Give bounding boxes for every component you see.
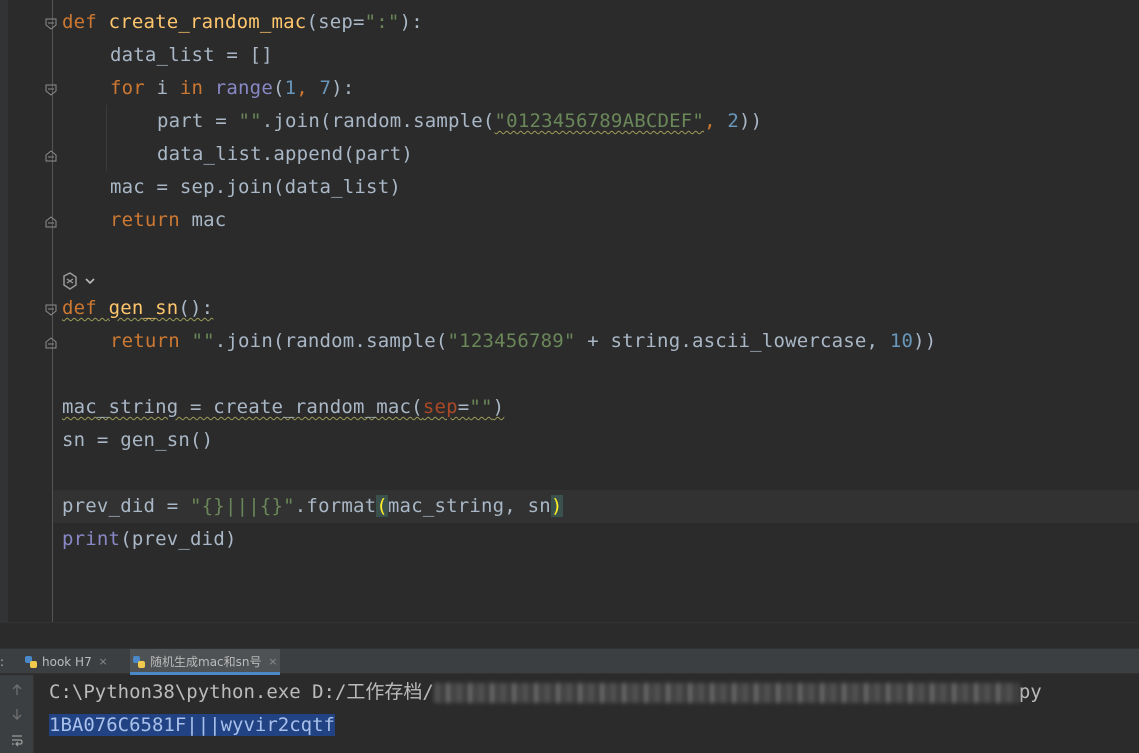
tab-random-mac-sn[interactable]: 随机生成mac和sn号 × bbox=[130, 649, 280, 675]
code-token: + string.ascii_lowercase, bbox=[575, 330, 890, 352]
code-token: ( bbox=[306, 11, 319, 33]
string-literal: "{}|||{}" bbox=[190, 495, 295, 517]
console-output-line: 1BA076C6581F|||wyvir2cqtf bbox=[49, 709, 335, 741]
code-line[interactable]: sn = gen_sn() bbox=[62, 424, 213, 457]
command-text: C:\Python38\python.exe D:/工作存档/ bbox=[49, 681, 434, 703]
redacted-path bbox=[433, 682, 1019, 703]
code-token: ) bbox=[492, 396, 505, 418]
builtin: print bbox=[62, 528, 121, 550]
code-token: , bbox=[296, 77, 320, 99]
code-line[interactable]: mac_string = create_random_mac(sep="") bbox=[62, 391, 504, 424]
code-token: (prev_did) bbox=[120, 528, 237, 550]
code-token: (): bbox=[178, 297, 214, 319]
function-name: gen_sn bbox=[108, 297, 179, 319]
code-token: mac_string = create_random_mac( bbox=[62, 396, 423, 418]
parameter: sep bbox=[422, 396, 458, 418]
string-literal: "" bbox=[238, 110, 262, 132]
run-label: : bbox=[0, 655, 5, 669]
number-literal: 7 bbox=[319, 77, 332, 99]
keyword: def bbox=[62, 297, 109, 319]
code-token: mac_string, sn bbox=[387, 495, 551, 517]
editor-left-strip bbox=[0, 0, 8, 622]
number-literal: 10 bbox=[889, 330, 914, 352]
fold-end-marker-icon[interactable] bbox=[45, 216, 57, 228]
code-token: ): bbox=[399, 11, 423, 33]
close-icon[interactable]: × bbox=[99, 649, 108, 675]
arrow-down-icon[interactable] bbox=[10, 707, 24, 721]
code-token: = bbox=[353, 11, 365, 33]
matched-brace: ) bbox=[550, 495, 563, 517]
output-text[interactable]: 1BA076C6581F|||wyvir2cqtf bbox=[49, 714, 335, 736]
code-token: .format bbox=[294, 495, 377, 517]
code-token: , bbox=[704, 110, 728, 132]
run-console[interactable]: C:\Python38\python.exe D:/工作存档/py 1BA076… bbox=[0, 675, 1139, 753]
number-literal: 2 bbox=[727, 110, 739, 132]
code-token: part = bbox=[157, 110, 239, 132]
code-line[interactable]: print(prev_did) bbox=[62, 523, 237, 556]
code-token: .join(random.sample( bbox=[261, 110, 495, 132]
code-line[interactable]: for i in range(1, 7): bbox=[110, 72, 354, 105]
fold-marker-icon[interactable] bbox=[45, 84, 57, 96]
panel-separator bbox=[0, 622, 1139, 648]
code-token: = bbox=[457, 396, 470, 418]
code-line[interactable]: data_list = [] bbox=[110, 39, 273, 72]
matched-brace: ( bbox=[376, 495, 388, 517]
code-line[interactable]: return mac bbox=[110, 204, 226, 237]
code-line[interactable]: return "".join(random.sample("123456789"… bbox=[110, 325, 936, 358]
close-icon[interactable]: × bbox=[268, 649, 277, 675]
keyword: return bbox=[110, 209, 192, 231]
tab-label: hook H7 bbox=[42, 655, 92, 669]
fold-end-marker-icon[interactable] bbox=[45, 337, 57, 349]
indent-guide bbox=[106, 105, 107, 171]
keyword: def bbox=[62, 11, 109, 33]
parameter: sep bbox=[318, 11, 353, 33]
string-literal: "" bbox=[469, 396, 493, 418]
code-line[interactable]: def gen_sn(): bbox=[62, 292, 213, 325]
string-literal: "123456789" bbox=[447, 330, 576, 352]
tab-label: 随机生成mac和sn号 bbox=[150, 655, 262, 669]
builtin: range bbox=[214, 77, 273, 99]
command-text: py bbox=[1018, 681, 1042, 703]
soft-wrap-icon[interactable] bbox=[10, 733, 24, 747]
console-toolbar bbox=[0, 675, 34, 753]
python-file-icon bbox=[133, 656, 145, 668]
string-literal: ":" bbox=[364, 11, 400, 33]
code-token: prev_did = bbox=[62, 495, 191, 517]
fold-end-marker-icon[interactable] bbox=[45, 150, 57, 162]
arrow-up-icon[interactable] bbox=[10, 683, 24, 697]
keyword: in bbox=[179, 77, 215, 99]
string-literal: "0123456789ABCDEF" bbox=[494, 110, 705, 132]
keyword: return bbox=[110, 330, 192, 352]
code-token: i bbox=[156, 77, 180, 99]
code-token: )) bbox=[913, 330, 937, 352]
keyword: for bbox=[110, 77, 157, 99]
string-literal: "" bbox=[191, 330, 215, 352]
tab-hook-h7[interactable]: hook H7 × bbox=[22, 649, 110, 675]
code-token: ( bbox=[272, 77, 285, 99]
function-name: create_random_mac bbox=[108, 11, 307, 33]
code-token: )) bbox=[738, 110, 763, 132]
fold-marker-icon[interactable] bbox=[45, 18, 57, 30]
code-line[interactable]: part = "".join(random.sample("0123456789… bbox=[157, 105, 762, 138]
ai-assistant-icon[interactable] bbox=[60, 270, 100, 292]
number-literal: 1 bbox=[284, 77, 297, 99]
code-token: mac bbox=[191, 209, 227, 231]
code-token: ): bbox=[331, 77, 355, 99]
code-line[interactable]: prev_did = "{}|||{}".format(mac_string, … bbox=[62, 490, 563, 523]
console-command-line: C:\Python38\python.exe D:/工作存档/py bbox=[49, 676, 1042, 708]
code-line[interactable]: mac = sep.join(data_list) bbox=[110, 171, 401, 204]
run-tool-window-tabs: : hook H7 × 随机生成mac和sn号 × bbox=[0, 648, 1139, 675]
fold-marker-icon[interactable] bbox=[45, 304, 57, 316]
python-file-icon bbox=[25, 656, 37, 668]
code-line[interactable]: def create_random_mac(sep=":"): bbox=[62, 6, 423, 39]
code-token: .join(random.sample( bbox=[214, 330, 448, 352]
code-editor[interactable]: def create_random_mac(sep=":"): data_lis… bbox=[0, 0, 1139, 622]
code-line[interactable]: data_list.append(part) bbox=[157, 138, 413, 171]
